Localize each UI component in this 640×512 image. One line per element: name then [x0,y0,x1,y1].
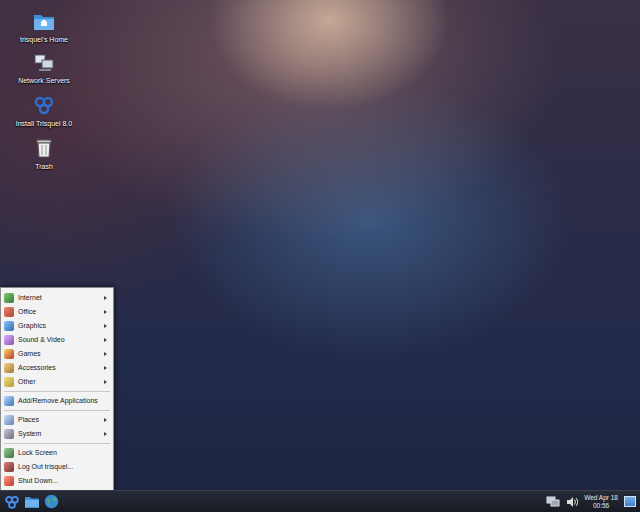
menu-item-label: Lock Screen [18,448,107,458]
submenu-arrow-icon [104,380,107,384]
desktop: trisquel's Home Network Servers Install Tr… [0,0,640,490]
volume-icon[interactable] [566,496,578,508]
menu-item-icon [4,396,14,406]
submenu-arrow-icon [104,324,107,328]
menu-item-icon [4,335,14,345]
desktop-icon-label: trisquel's Home [20,35,68,44]
menu-separator [4,391,110,392]
menu-item-label: Places [18,415,100,425]
menu-item-icon [4,307,14,317]
menu-item-label: Internet [18,293,100,303]
menu-item-icon [4,448,14,458]
menu-item[interactable]: Internet [1,291,113,305]
taskbar: Wed Apr 1800:56 [0,490,640,512]
trash-icon [35,137,53,159]
menu-item-label: Log Out trisquel... [18,462,107,472]
submenu-arrow-icon [104,338,107,342]
system-tray: Wed Apr 1800:56 [546,494,636,509]
menu-item-icon [4,349,14,359]
submenu-arrow-icon [104,366,107,370]
menu-item-icon [4,476,14,486]
submenu-arrow-icon [104,310,107,314]
menu-item[interactable]: Places [1,413,113,427]
file-manager-icon[interactable] [24,495,40,509]
menu-item[interactable]: Accessories [1,361,113,375]
menu-item[interactable]: Other [1,375,113,389]
menu-item[interactable]: Log Out trisquel... [1,460,113,474]
clock-time: 00:56 [593,502,609,510]
submenu-arrow-icon [104,296,107,300]
web-browser-icon[interactable] [44,494,59,509]
menu-item[interactable]: Shut Down... [1,474,113,488]
desktop-icon-label: Network Servers [18,76,70,85]
trisquel-logo-icon [33,94,55,116]
application-menu: Internet Office Graphics Sound & Video Games… [0,287,114,490]
menu-item-label: Other [18,377,100,387]
menu-item-label: Games [18,349,100,359]
network-servers-icon [33,53,55,73]
show-desktop-icon[interactable] [624,496,636,507]
menu-item-icon [4,363,14,373]
menu-item-label: System [18,429,100,439]
menu-separator [4,443,110,444]
menu-item-icon [4,377,14,387]
menu-item[interactable]: Lock Screen [1,446,113,460]
desktop-icons: trisquel's Home Network Servers Install Tr… [0,0,88,171]
desktop-icon[interactable]: Install Trisquel 8.0 [0,94,88,128]
menu-item-icon [4,429,14,439]
menu-item[interactable]: Add/Remove Applications [1,394,113,408]
menu-item-icon [4,462,14,472]
network-icon[interactable] [546,496,560,508]
menu-item[interactable]: Sound & Video [1,333,113,347]
submenu-arrow-icon [104,432,107,436]
menu-item-label: Accessories [18,363,100,373]
menu-item[interactable]: System [1,427,113,441]
menu-item-icon [4,415,14,425]
menu-item-label: Shut Down... [18,476,107,486]
desktop-icon[interactable]: Trash [0,137,88,171]
menu-separator [4,410,110,411]
menu-item-label: Add/Remove Applications [18,396,107,406]
desktop-icon[interactable]: trisquel's Home [0,12,88,44]
menu-item-icon [4,293,14,303]
desktop-icon-label: Install Trisquel 8.0 [16,119,72,128]
menu-item-icon [4,321,14,331]
submenu-arrow-icon [104,352,107,356]
folder-icon [33,12,55,32]
trisquel-menu-icon[interactable] [4,494,20,510]
screen: trisquel's Home Network Servers Install Tr… [0,0,640,512]
menu-item[interactable]: Office [1,305,113,319]
menu-item-label: Graphics [18,321,100,331]
menu-item-label: Sound & Video [18,335,100,345]
desktop-icon[interactable]: Network Servers [0,53,88,85]
menu-item[interactable]: Games [1,347,113,361]
submenu-arrow-icon [104,418,107,422]
launchers [4,494,59,510]
clock-date: Wed Apr 18 [584,494,618,502]
desktop-icon-label: Trash [35,162,53,171]
clock[interactable]: Wed Apr 1800:56 [584,494,618,509]
menu-item-label: Office [18,307,100,317]
menu-item[interactable]: Graphics [1,319,113,333]
